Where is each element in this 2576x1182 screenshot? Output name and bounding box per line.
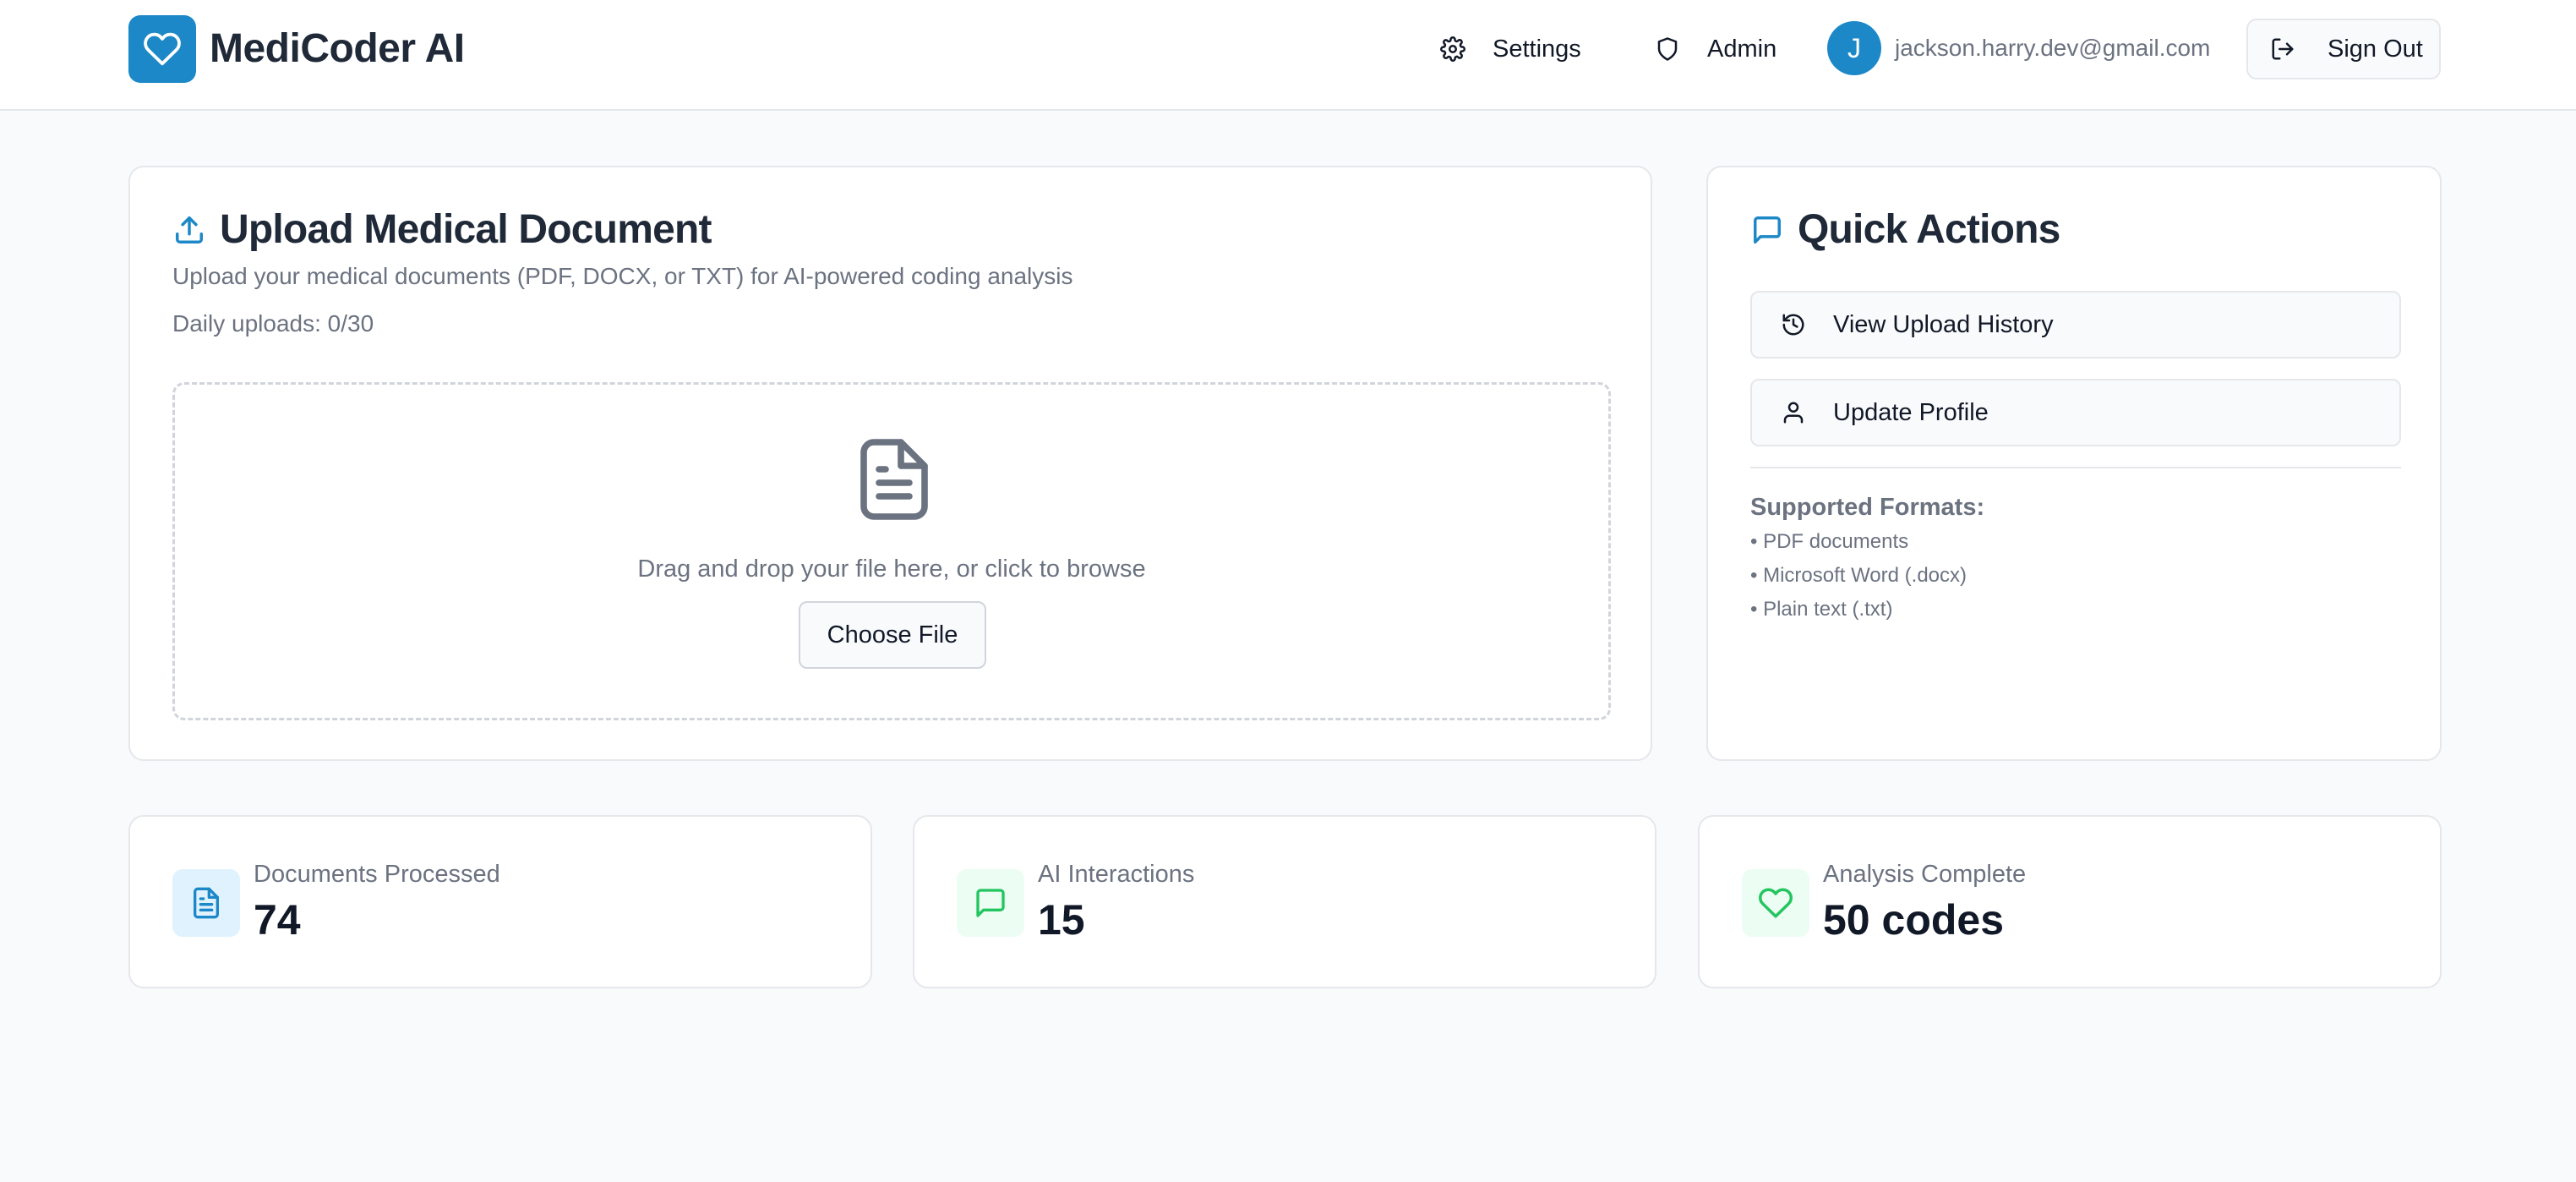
stat-card-ai-interactions: AI Interactions 15: [913, 815, 1656, 988]
stat-value: 15: [1038, 896, 1085, 944]
stat-value: 74: [254, 896, 301, 944]
message-icon: [957, 869, 1024, 937]
heart-icon: [144, 32, 181, 66]
upload-title-text: Upload Medical Document: [220, 207, 712, 252]
user-email: jackson.harry.dev@gmail.com: [1895, 35, 2211, 61]
upload-title: Upload Medical Document: [172, 205, 712, 255]
stat-value: 50 codes: [1823, 896, 2005, 944]
supported-formats-title: Supported Formats:: [1750, 494, 1985, 521]
stat-label: Analysis Complete: [1823, 861, 2027, 888]
format-item: • PDF documents: [1750, 530, 1909, 553]
file-dropzone[interactable]: Drag and drop your file here, or click t…: [172, 382, 1611, 720]
shield-icon: [1653, 35, 1682, 63]
file-text-icon: [860, 439, 928, 520]
daily-upload-count: Daily uploads: 0/30: [172, 310, 374, 337]
log-out-icon: [2268, 35, 2297, 63]
update-profile-button[interactable]: Update Profile: [1750, 379, 2401, 446]
upload-card: Upload Medical Document Upload your medi…: [128, 166, 1652, 761]
nav-settings[interactable]: Settings: [1438, 24, 1581, 74]
format-item: • Microsoft Word (.docx): [1750, 564, 1967, 587]
quick-actions-card: Quick Actions View Upload History Update…: [1706, 166, 2442, 761]
stat-label: AI Interactions: [1038, 861, 1195, 888]
quick-actions-title: Quick Actions: [1750, 205, 2060, 255]
user-icon: [1779, 398, 1808, 427]
upload-icon: [172, 213, 206, 247]
view-upload-history-label: View Upload History: [1833, 310, 2054, 338]
top-header: MediCoder AI Settings Admin J jackson.ha…: [0, 0, 2576, 111]
format-item: • Plain text (.txt): [1750, 598, 1893, 621]
upload-description: Upload your medical documents (PDF, DOCX…: [172, 263, 1073, 289]
app-title: MediCoder AI: [210, 26, 465, 71]
history-icon: [1779, 310, 1808, 339]
stat-label: Documents Processed: [254, 861, 500, 888]
user-avatar[interactable]: J: [1827, 21, 1881, 75]
app-logo[interactable]: [128, 15, 196, 83]
choose-file-button[interactable]: Choose File: [799, 601, 986, 669]
sign-out-button[interactable]: Sign Out: [2246, 19, 2441, 79]
gear-icon: [1438, 35, 1467, 63]
update-profile-label: Update Profile: [1833, 398, 1989, 426]
divider: [1750, 467, 2401, 468]
message-icon: [1750, 213, 1784, 247]
nav-admin-label: Admin: [1707, 35, 1777, 63]
stat-card-analysis: Analysis Complete 50 codes: [1698, 815, 2442, 988]
heart-icon: [1742, 869, 1809, 937]
document-icon: [172, 869, 240, 937]
dropzone-text: Drag and drop your file here, or click t…: [637, 555, 1146, 583]
stat-card-documents: Documents Processed 74: [128, 815, 872, 988]
sign-out-label: Sign Out: [2328, 35, 2423, 63]
nav-settings-label: Settings: [1493, 35, 1581, 63]
quick-actions-title-text: Quick Actions: [1798, 207, 2060, 252]
nav-admin[interactable]: Admin: [1653, 24, 1776, 74]
view-upload-history-button[interactable]: View Upload History: [1750, 291, 2401, 358]
